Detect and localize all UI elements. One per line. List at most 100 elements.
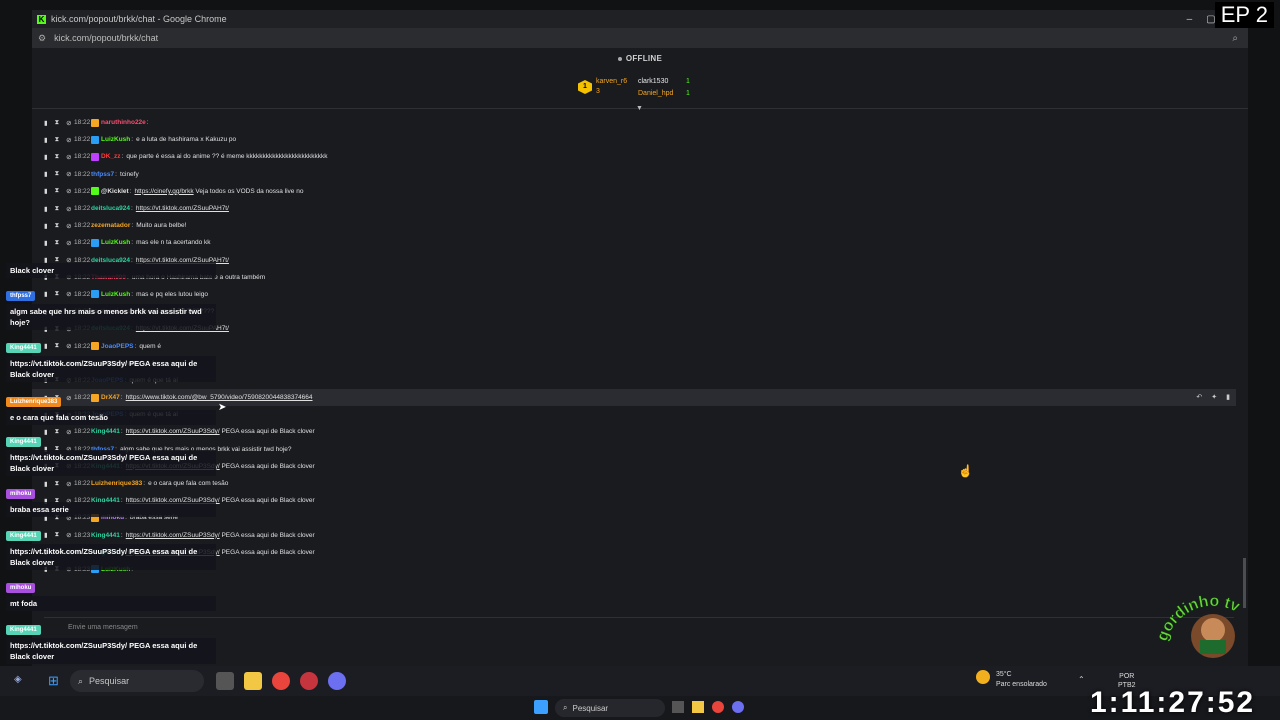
chat-message[interactable]: ▮ ⧗ ⊘ 18:22 zezematador: Muito aura belbe!	[44, 217, 1234, 234]
chrome-icon[interactable]	[272, 672, 290, 690]
discord-icon[interactable]	[328, 672, 346, 690]
username[interactable]: @Kicklet	[101, 188, 129, 195]
start-icon[interactable]: ⊞	[48, 673, 59, 689]
username[interactable]: LuizKush	[101, 239, 130, 246]
ban-icon[interactable]: ⊘	[66, 480, 71, 488]
chat-message[interactable]: ▮⧗⊘18:22deitsluca924:https://vt.tiktok.c…	[44, 200, 1234, 217]
mod-actions[interactable]: ▮ ⧗ ⊘	[44, 119, 74, 127]
gifter-name[interactable]: Daniel_hpd	[638, 90, 673, 97]
zoom-icon[interactable]: ⌕	[1232, 33, 1238, 44]
chat-message[interactable]: ▮⧗⊘18:22Thawan999:uma hora o Hashirama b…	[44, 269, 1234, 286]
chat-message[interactable]: ▮⧗⊘18:22King4441:https://vt.tiktok.com/Z…	[44, 492, 1234, 509]
chat-message[interactable]: ▮ ⧗ ⊘ 18:22 naruthinho22e:	[44, 114, 1234, 131]
timeout-icon[interactable]: ⧗	[55, 239, 60, 247]
timeout-icon[interactable]: ⧗	[55, 480, 60, 488]
timeout-icon[interactable]: ⧗	[55, 136, 60, 144]
mod-actions[interactable]: ▮ ⧗ ⊘	[44, 222, 74, 230]
mod-actions[interactable]: ▮ ⧗ ⊘	[44, 153, 74, 161]
app-icon[interactable]	[300, 672, 318, 690]
username[interactable]: DK_zz	[101, 153, 121, 160]
timeout-icon[interactable]: ⧗	[55, 153, 60, 161]
chat-message[interactable]: ▮⧗⊘18:22thfpss7:algm sabe que hrs mais o…	[44, 441, 1234, 458]
chrome2-icon[interactable]	[712, 701, 724, 713]
file-explorer-icon[interactable]	[244, 672, 262, 690]
weather-widget[interactable]: 35°C Parc ensolarado	[976, 670, 1047, 690]
delete-icon[interactable]: ▮	[44, 222, 48, 230]
explorer2-icon[interactable]	[692, 701, 704, 713]
chat-input[interactable]: Envie uma mensagem	[44, 617, 1234, 637]
mod-actions[interactable]: ▮ ⧗ ⊘	[44, 170, 74, 178]
gifter-name[interactable]: clark1530	[638, 78, 668, 85]
reply-icon[interactable]: ↶	[1196, 393, 1202, 401]
widgets-icon[interactable]: ◈	[14, 674, 22, 685]
gifter-name[interactable]: karven_r6	[596, 78, 627, 85]
chat-message[interactable]: ▮⧗⊘18:22se ele vai assistir mais um de T…	[44, 303, 1234, 320]
username[interactable]: LuizKush	[101, 136, 130, 143]
delete-icon[interactable]: ▮	[44, 239, 48, 247]
ban-icon[interactable]: ⊘	[66, 428, 71, 436]
ban-icon[interactable]: ⊘	[66, 136, 71, 144]
chat-message[interactable]: ▮⧗⊘18:23LuizKush:	[44, 561, 1234, 578]
mod-actions[interactable]: ▮ ⧗ ⊘	[44, 428, 74, 436]
chat-message[interactable]: ▮ ⧗ ⊘ 18:23 mihoku: braba essa serie	[44, 509, 1234, 526]
username[interactable]: zezematador	[91, 222, 130, 229]
timeout-icon[interactable]: ⧗	[55, 222, 60, 230]
chat-message[interactable]: ▮⧗⊘18:23King4441:https://vt.tiktok.com/Z…	[44, 544, 1234, 561]
chat-message[interactable]: ▮ ⧗ ⊘ 18:22 DK_zz: que parte é essa ai do ani…	[44, 148, 1234, 165]
taskview-icon[interactable]	[216, 672, 234, 690]
ban-icon[interactable]: ⊘	[66, 239, 71, 247]
chat-message[interactable]: ▮⧗⊘18:22toma banho volta só 1	[44, 355, 1234, 372]
chat-message[interactable]: ▮⧗⊘18:22King4441:https://vt.tiktok.com/Z…	[44, 423, 1234, 440]
chat-message[interactable]: ▮ ⧗ ⊘ 18:22 LuizKush: mas ele n ta acertando …	[44, 234, 1234, 251]
ban-icon[interactable]: ⊘	[66, 222, 71, 230]
chat-message[interactable]: ▮ ⧗ ⊘ 18:22 thfpss7: tcinefy	[44, 166, 1234, 183]
minimize-icon[interactable]: –	[1187, 14, 1193, 25]
site-settings-icon[interactable]: ⚙	[38, 33, 46, 44]
chat-message[interactable]: ▮ ⧗ ⊘ 18:22 Luizhenrique383: e o cara que fal…	[44, 475, 1234, 492]
ban-icon[interactable]: ⊘	[66, 153, 71, 161]
mod-actions[interactable]: ▮ ⧗ ⊘	[44, 205, 74, 213]
start2-icon[interactable]	[534, 700, 548, 714]
mod-actions[interactable]: ▮ ⧗ ⊘	[44, 187, 74, 195]
username[interactable]: King4441	[91, 428, 120, 435]
pin-icon[interactable]: ✦	[1211, 393, 1217, 401]
chat-message[interactable]: ▮⧗⊘18:22deitsluca924:https://vt.tiktok.c…	[44, 252, 1234, 269]
mod-actions[interactable]: ▮ ⧗ ⊘	[44, 480, 74, 488]
chat-message[interactable]: ▮ ⧗ ⊘ 18:22 LuizKush: mas e pq eles lutou lei…	[44, 286, 1234, 303]
chat-message[interactable]: ▮ ⧗ ⊘ 18:22 @Kicklet: https://cinefy.gg/brkk …	[44, 183, 1234, 200]
username[interactable]: naruthinho22e	[101, 119, 146, 126]
timeout-icon[interactable]: ⧗	[55, 205, 60, 213]
mod-actions[interactable]: ▮ ⧗ ⊘	[44, 136, 74, 144]
delete-icon[interactable]: ▮	[44, 428, 48, 436]
chat-message[interactable]: ▮⧗⊘18:23King4441:https://vt.tiktok.com/Z…	[44, 527, 1234, 544]
ban-icon[interactable]: ⊘	[66, 205, 71, 213]
trash-icon[interactable]: ▮	[1226, 393, 1230, 401]
delete-icon[interactable]: ▮	[44, 480, 48, 488]
discord2-icon[interactable]	[732, 701, 744, 713]
timeout-icon[interactable]: ⧗	[55, 170, 60, 178]
chat-message[interactable]: ▮⧗⊘18:22King4441:https://vt.tiktok.com/Z…	[44, 458, 1234, 475]
chat-message[interactable]: ▮ ⧗ ⊘ 18:22 LuizKush: e a luta de hashirama x…	[44, 131, 1234, 148]
username[interactable]: thfpss7	[91, 171, 114, 178]
chevron-up-icon[interactable]: ⌃	[1078, 675, 1085, 684]
delete-icon[interactable]: ▮	[44, 187, 48, 195]
chat-message[interactable]: ▮⧗⊘18:22deitsluca924:https://vt.tiktok.c…	[44, 320, 1234, 337]
chat-message[interactable]: ▮ ⧗ ⊘ 18:22 JoaoPEPS: quem é	[44, 337, 1234, 354]
taskbar-search[interactable]: ⌕ Pesquisar	[70, 670, 204, 692]
delete-icon[interactable]: ▮	[44, 136, 48, 144]
ban-icon[interactable]: ⊘	[66, 170, 71, 178]
message-link[interactable]: https://vt.tiktok.com/ZSuuP3Sdy/	[126, 428, 220, 435]
collapse-chevron-icon[interactable]: ▼	[636, 105, 643, 112]
ban-icon[interactable]: ⊘	[66, 187, 71, 195]
delete-icon[interactable]: ▮	[44, 170, 48, 178]
message-link[interactable]: https://cinefy.gg/brkk	[134, 188, 193, 195]
chat-message[interactable]: ▮⧗⊘18:22JoaoPEPS:quem é que tá aí	[44, 372, 1234, 389]
mod-actions[interactable]: ▮ ⧗ ⊘	[44, 239, 74, 247]
taskview2-icon[interactable]	[672, 701, 684, 713]
username[interactable]: Luizhenrique383	[91, 480, 142, 487]
timeout-icon[interactable]: ⧗	[55, 428, 60, 436]
username[interactable]: deitsluca924	[91, 205, 130, 212]
timeout-icon[interactable]: ⧗	[55, 119, 60, 127]
delete-icon[interactable]: ▮	[44, 205, 48, 213]
address-bar[interactable]: ⚙ kick.com/popout/brkk/chat ⌕	[32, 28, 1248, 48]
